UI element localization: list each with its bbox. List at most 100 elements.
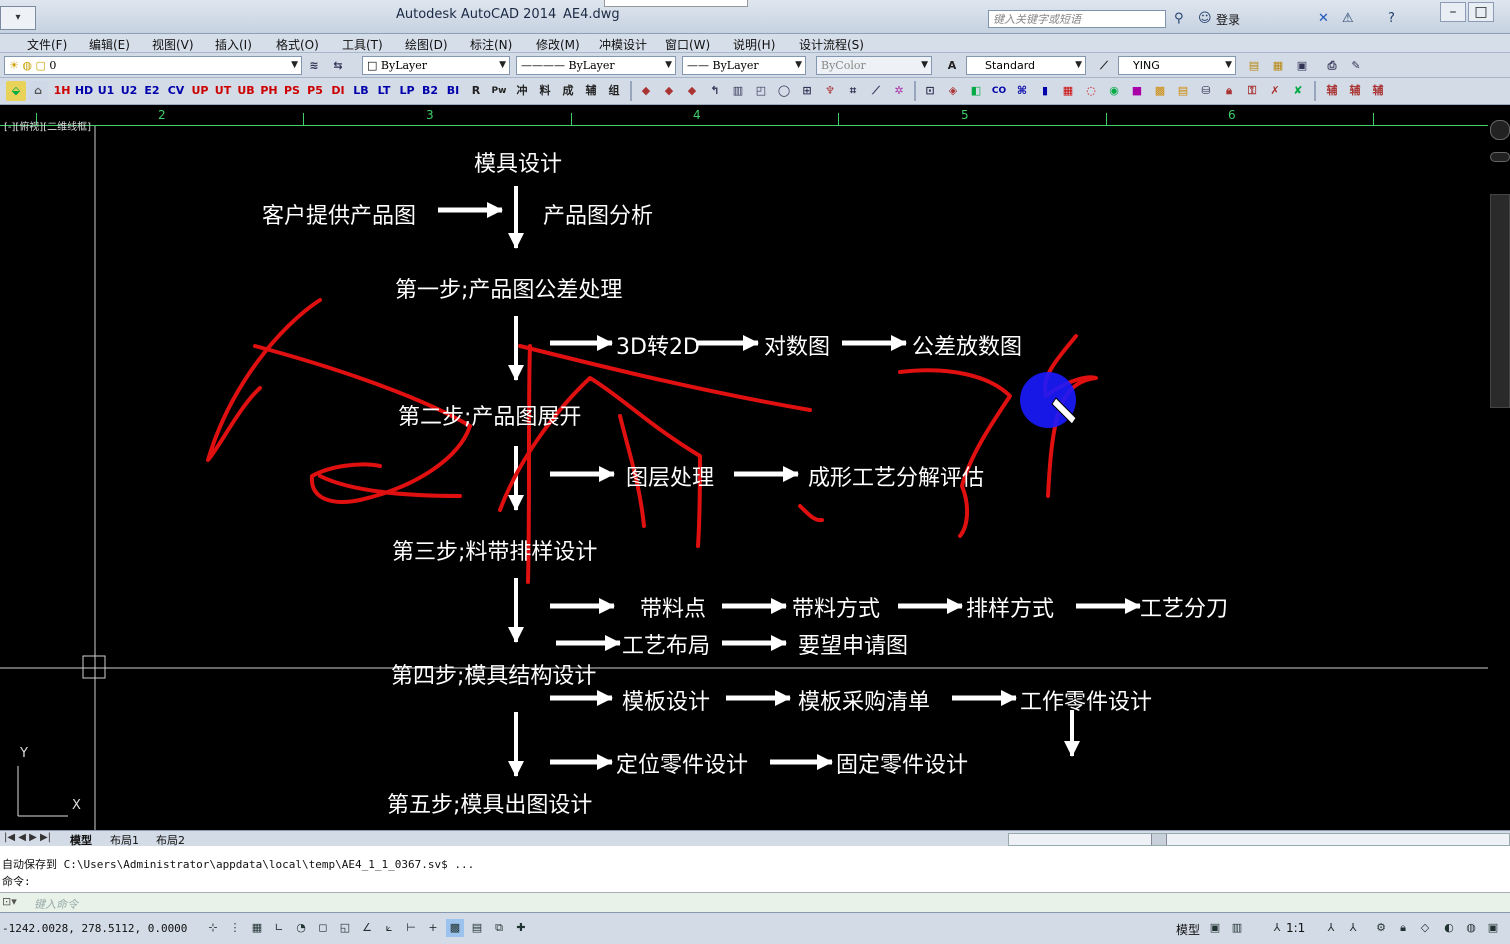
lineweight-icon[interactable]: + (424, 919, 442, 937)
drawing-area[interactable]: 模具设计 客户提供产品图 产品图分析 第一步;产品图公差处理 3D转2D 对数图… (0, 126, 1488, 830)
plugin-icon-1[interactable]: ⬙ (6, 81, 26, 101)
quick-view-layouts-icon[interactable]: ▣ (1206, 919, 1224, 937)
hardware-acceleration-icon[interactable]: ◇ (1416, 919, 1434, 937)
menu-draw[interactable]: 绘图(D) (405, 36, 448, 53)
tool-material[interactable]: 料 (535, 81, 555, 101)
dim-style-icon[interactable]: ⟋ (1094, 56, 1114, 76)
object-snap-icon[interactable]: ◻ (314, 919, 332, 937)
dynamic-ucs-icon[interactable]: ⟀ (380, 919, 398, 937)
draw-icon-2[interactable]: ◆ (659, 81, 679, 101)
util-icon-10[interactable]: ■ (1127, 81, 1147, 101)
scrollbar-thumb[interactable] (1151, 834, 1167, 845)
draw-icon-10[interactable]: ⌗ (843, 81, 863, 101)
menu-help[interactable]: 说明(H) (733, 36, 775, 53)
quick-view-drawings-icon[interactable]: ▥ (1228, 919, 1246, 937)
annotation-scale-icon[interactable]: ⅄ (1268, 919, 1286, 937)
search-input[interactable]: 键入关键字或短语 (988, 10, 1166, 28)
auto-scale-icon[interactable]: ⅄ (1344, 919, 1362, 937)
draw-icon-5[interactable]: ▥ (728, 81, 748, 101)
tool-1h[interactable]: 1H (52, 81, 72, 101)
util-icon-5[interactable]: ⌘ (1012, 81, 1032, 101)
dynamic-input-icon[interactable]: ⊢ (402, 919, 420, 937)
plot-icon[interactable]: ⎙ (1322, 56, 1342, 76)
util-icon-1[interactable]: ⊡ (920, 81, 940, 101)
draw-icon-8[interactable]: ⊞ (797, 81, 817, 101)
clean-screen-icon[interactable]: ▣ (1484, 919, 1502, 937)
user-icon[interactable]: ☺ (1198, 11, 1212, 26)
lineweight-dropdown[interactable]: —— ByLayer ▼ (682, 56, 806, 75)
lightbulb-icon[interactable]: ◍ (1462, 919, 1480, 937)
util-icon-11[interactable]: ▩ (1150, 81, 1170, 101)
aux-icon-2[interactable]: 辅 (1345, 81, 1365, 101)
tab-nav-arrows-icon[interactable]: |◀ ◀ ▶ ▶| (4, 832, 51, 843)
tool-x-icon[interactable]: ✗ (1265, 81, 1285, 101)
menu-die-design[interactable]: 冲模设计 (599, 36, 647, 53)
aux-icon-3[interactable]: 辅 (1368, 81, 1388, 101)
tool-forming[interactable]: 成 (558, 81, 578, 101)
horizontal-scrollbar[interactable] (1008, 833, 1510, 846)
quick-access-menu-button[interactable]: ▾ (0, 6, 36, 30)
tool-pw[interactable]: Pw (489, 81, 509, 101)
isolate-objects-icon[interactable]: ◐ (1440, 919, 1458, 937)
transparency-icon[interactable]: ▩ (446, 919, 464, 937)
tool-p5[interactable]: P5 (305, 81, 325, 101)
util-icon-9[interactable]: ◉ (1104, 81, 1124, 101)
nav-handle-icon[interactable] (1490, 152, 1510, 162)
util-icon-8[interactable]: ◌ (1081, 81, 1101, 101)
linetype-dropdown[interactable]: ———— ByLayer ▼ (516, 56, 676, 75)
grid-display-icon[interactable]: ▦ (248, 919, 266, 937)
tool-punch[interactable]: 冲 (512, 81, 532, 101)
tool-lb[interactable]: LB (351, 81, 371, 101)
tool-y-icon[interactable]: ✘ (1288, 81, 1308, 101)
annotation-visibility-icon[interactable]: ⅄ (1322, 919, 1340, 937)
menu-insert[interactable]: 插入(I) (215, 36, 252, 53)
viewcube-icon[interactable] (1490, 120, 1510, 140)
tool-u1[interactable]: U1 (96, 81, 116, 101)
color-dropdown[interactable]: □ ByLayer ▼ (362, 56, 510, 75)
menu-file[interactable]: 文件(F) (27, 36, 67, 53)
draw-icon-12[interactable]: ✲ (889, 81, 909, 101)
tool-ut[interactable]: UT (213, 81, 233, 101)
polar-tracking-icon[interactable]: ◔ (292, 919, 310, 937)
menu-tools[interactable]: 工具(T) (342, 36, 383, 53)
tool-r[interactable]: R (466, 81, 486, 101)
util-icon-3[interactable]: ◧ (966, 81, 986, 101)
exchange-icon[interactable]: ✕ (1318, 11, 1329, 26)
multileader-style-icon[interactable]: ▣ (1292, 56, 1312, 76)
workspace-gear-icon[interactable]: ⚙ (1372, 919, 1390, 937)
ortho-mode-icon[interactable]: ∟ (270, 919, 288, 937)
menu-design-flow[interactable]: 设计流程(S) (799, 36, 864, 53)
tool-b2[interactable]: B2 (420, 81, 440, 101)
util-icon-2[interactable]: ◈ (943, 81, 963, 101)
toolbar-lock-icon[interactable]: 🔒︎ (1394, 919, 1412, 937)
tool-auxiliary[interactable]: 辅 (581, 81, 601, 101)
tool-lp[interactable]: LP (397, 81, 417, 101)
tool-hd[interactable]: HD (74, 81, 94, 101)
menu-edit[interactable]: 编辑(E) (89, 36, 130, 53)
tool-e2[interactable]: E2 (142, 81, 162, 101)
nav-tools-panel[interactable] (1490, 194, 1510, 408)
lock-icon[interactable]: 🔒︎ (1219, 81, 1239, 101)
text-style-dropdown[interactable]: Standard ▼ (966, 56, 1086, 75)
tool-cv[interactable]: CV (166, 81, 186, 101)
tool-lt[interactable]: LT (374, 81, 394, 101)
unlock-icon[interactable]: ⚿ (1242, 81, 1262, 101)
dim-style-dropdown[interactable]: YING ▼ (1118, 56, 1236, 75)
util-icon-12[interactable]: ▤ (1173, 81, 1193, 101)
maximize-button[interactable]: □ (1468, 2, 1494, 22)
command-prompt-icon[interactable]: ⊡▾ (2, 895, 17, 908)
util-icon-7[interactable]: ▦ (1058, 81, 1078, 101)
util-icon-4[interactable]: CO (989, 81, 1009, 101)
draw-icon-7[interactable]: ◯ (774, 81, 794, 101)
tool-group[interactable]: 组 (604, 81, 624, 101)
draw-icon-1[interactable]: ◆ (636, 81, 656, 101)
3d-object-snap-icon[interactable]: ◱ (336, 919, 354, 937)
tool-u2[interactable]: U2 (119, 81, 139, 101)
menu-modify[interactable]: 修改(M) (536, 36, 580, 53)
draw-icon-6[interactable]: ◰ (751, 81, 771, 101)
model-space-label[interactable]: 模型 (1176, 921, 1200, 938)
util-icon-6[interactable]: ▮ (1035, 81, 1055, 101)
object-snap-tracking-icon[interactable]: ∠ (358, 919, 376, 937)
annotation-monitor-icon[interactable]: ✚ (512, 919, 530, 937)
menu-view[interactable]: 视图(V) (152, 36, 194, 53)
